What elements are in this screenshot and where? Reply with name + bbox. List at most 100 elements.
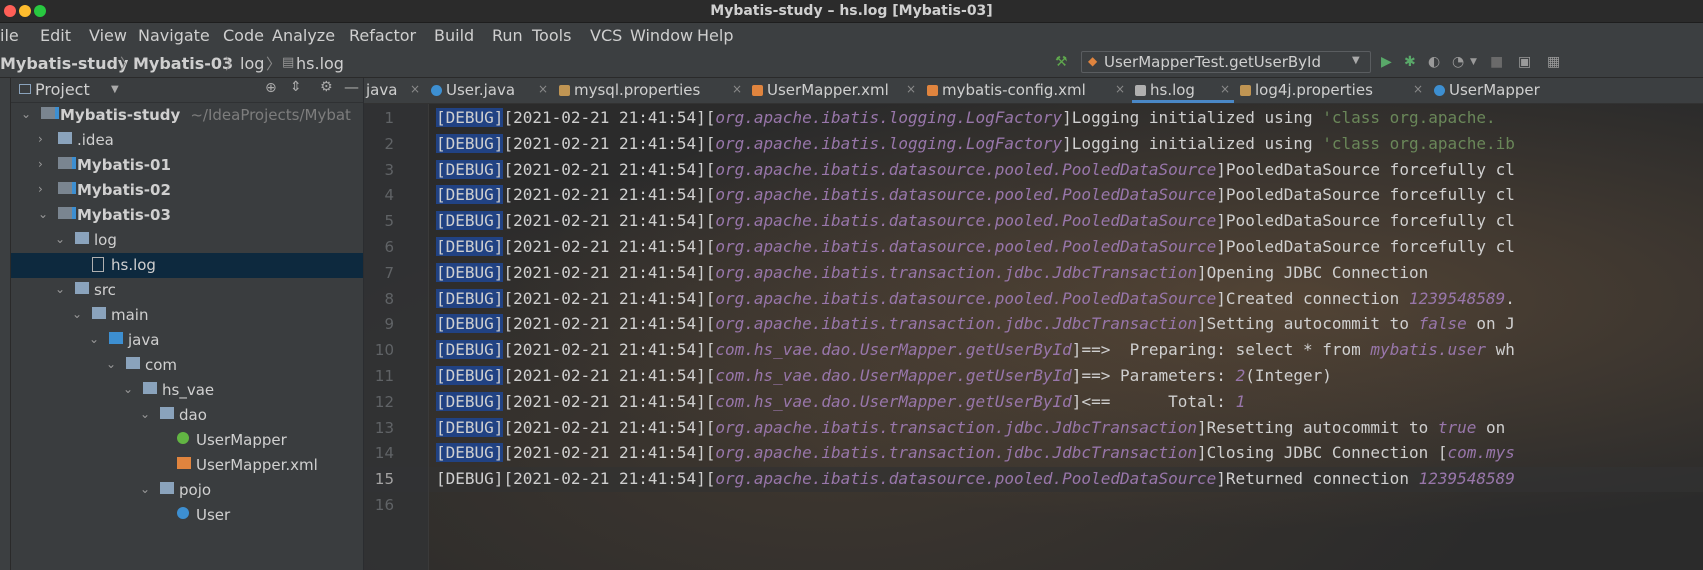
tree-item[interactable]: ⌄ pojo — [11, 478, 363, 503]
tree-item[interactable]: UserMapper.xml — [11, 453, 363, 478]
locate-file-icon[interactable]: ⊕ — [265, 80, 277, 96]
log-message: mybatis.user — [1370, 340, 1487, 360]
close-icon[interactable]: × — [1220, 82, 1230, 96]
close-icon[interactable]: × — [906, 82, 916, 96]
log-line[interactable]: [DEBUG][2021-02-21 21:41:54][org.apache.… — [436, 159, 1515, 185]
log-line[interactable]: [DEBUG][2021-02-21 21:41:54][com.hs_vae.… — [436, 391, 1245, 417]
profile-icon[interactable]: ◔ — [1452, 54, 1464, 70]
chevron-down-icon[interactable]: ⌄ — [55, 282, 65, 296]
chevron-down-icon[interactable]: ▼ — [111, 84, 119, 95]
log-message: PooledDataSource forcefully cl — [1225, 185, 1515, 205]
breadcrumb-project[interactable]: Mybatis-study — [0, 54, 128, 73]
log-line[interactable]: [DEBUG][2021-02-21 21:41:54][org.apache.… — [436, 237, 1515, 262]
tree-item[interactable]: UserMapper — [11, 428, 363, 453]
tree-item[interactable]: hs.log — [11, 253, 363, 278]
tree-item[interactable]: › Mybatis-02 — [11, 178, 363, 203]
log-line[interactable]: [DEBUG][2021-02-21 21:41:54][org.apache.… — [436, 211, 1515, 236]
menu-view[interactable]: View — [89, 26, 127, 45]
tree-item[interactable]: ⌄ hs_vae — [11, 378, 363, 403]
tree-item[interactable]: ⌄ log — [11, 228, 363, 253]
menu-help[interactable]: Help — [697, 26, 733, 45]
breadcrumb-folder[interactable]: log — [240, 54, 264, 73]
menu-refactor[interactable]: Refactor — [349, 26, 416, 45]
editor-tab[interactable]: mybatis-config.xml × — [924, 78, 1129, 103]
layout-icon[interactable]: ▦ — [1547, 54, 1560, 70]
breadcrumb-module[interactable]: Mybatis-03 — [133, 54, 233, 73]
log-timestamp: [2021-02-21 21:41:54] — [503, 211, 706, 231]
editor-tab[interactable]: mysql.properties × — [556, 78, 746, 103]
log-line[interactable]: [DEBUG][2021-02-21 21:41:54][org.apache.… — [436, 417, 1515, 443]
menu-code[interactable]: Code — [223, 26, 264, 45]
menu-file[interactable]: ile — [0, 26, 19, 45]
menu-build[interactable]: Build — [434, 26, 474, 45]
tree-item[interactable]: ⌄ com — [11, 353, 363, 378]
chevron-down-icon[interactable]: ⌄ — [72, 307, 82, 321]
chevron-right-icon[interactable]: › — [38, 132, 43, 146]
tree-item[interactable]: ⌄ src — [11, 278, 363, 303]
build-hammer-icon[interactable]: ⚒ — [1055, 54, 1068, 70]
menu-vcs[interactable]: VCS — [590, 26, 622, 45]
project-structure-icon[interactable]: ▣ — [1518, 54, 1531, 70]
log-line[interactable]: [DEBUG][2021-02-21 21:41:54][org.apache.… — [436, 288, 1515, 314]
tree-item[interactable]: ⌄ java — [11, 328, 363, 353]
log-message: 'class org.apache. — [1322, 108, 1496, 127]
chevron-down-icon[interactable]: ⌄ — [140, 482, 150, 496]
menu-edit[interactable]: Edit — [40, 26, 71, 45]
editor-tab[interactable]: java × — [364, 78, 424, 103]
tree-item[interactable]: ⌄ Mybatis-03 — [11, 203, 363, 228]
package-icon — [143, 382, 157, 394]
close-icon[interactable]: × — [538, 82, 548, 96]
close-icon[interactable]: × — [410, 82, 420, 96]
log-line[interactable]: [DEBUG][2021-02-21 21:41:54][org.apache.… — [436, 262, 1428, 288]
log-line[interactable]: [DEBUG][2021-02-21 21:41:54][org.apache.… — [436, 443, 1515, 468]
chevron-down-icon[interactable]: ⌄ — [140, 407, 150, 421]
menu-window[interactable]: Window — [630, 26, 693, 45]
menu-run[interactable]: Run — [492, 26, 523, 45]
stop-icon[interactable]: ■ — [1490, 54, 1503, 70]
editor-tab[interactable]: log4j.properties × — [1237, 78, 1427, 103]
chevron-down-icon[interactable]: ⌄ — [38, 207, 48, 221]
tree-item[interactable]: ⌄ main — [11, 303, 363, 328]
chevron-right-icon[interactable]: › — [38, 182, 43, 196]
chevron-down-icon[interactable]: ⌄ — [55, 232, 65, 246]
log-line[interactable]: [DEBUG][2021-02-21 21:41:54][com.hs_vae.… — [436, 340, 1515, 365]
menu-navigate[interactable]: Navigate — [138, 26, 210, 45]
debug-icon[interactable]: ✱ — [1404, 54, 1416, 70]
tree-item[interactable]: ⌄ dao — [11, 403, 363, 428]
breadcrumb-file[interactable]: hs.log — [296, 54, 344, 73]
close-icon[interactable]: × — [1115, 82, 1125, 96]
chevron-down-icon[interactable]: ⌄ — [106, 357, 116, 371]
log-line[interactable]: [DEBUG][2021-02-21 21:41:54][org.apache.… — [436, 185, 1515, 210]
close-icon[interactable]: × — [1413, 82, 1423, 96]
project-view-title[interactable]: Project — [35, 80, 90, 99]
editor-tab[interactable]: hs.log × — [1132, 78, 1234, 103]
menu-tools[interactable]: Tools — [532, 26, 571, 45]
run-icon[interactable]: ▶ — [1381, 54, 1392, 70]
editor-tab[interactable]: User.java × — [428, 78, 552, 103]
editor-tab[interactable]: UserMapper.xml × — [749, 78, 920, 103]
log-line[interactable]: [DEBUG][2021-02-21 21:41:54][org.apache.… — [436, 108, 1496, 133]
tree-item[interactable]: › .idea — [11, 128, 363, 153]
log-line[interactable]: [DEBUG][2021-02-21 21:41:54][com.hs_vae.… — [436, 366, 1332, 391]
chevron-down-icon[interactable]: ⌄ — [123, 382, 133, 396]
chevron-down-icon[interactable]: ⌄ — [21, 107, 31, 121]
collapse-all-icon[interactable]: ⇕ — [290, 79, 302, 95]
tree-item[interactable]: › Mybatis-01 — [11, 153, 363, 178]
log-line[interactable]: [DEBUG][2021-02-21 21:41:54][org.apache.… — [436, 469, 1515, 494]
coverage-icon[interactable]: ◐ — [1428, 54, 1440, 70]
menu-analyze[interactable]: Analyze — [272, 26, 335, 45]
editor-tab[interactable]: UserMapper — [1431, 78, 1601, 103]
tree-item[interactable]: ⌄ Mybatis-study ~/IdeaProjects/Mybat — [11, 103, 363, 128]
chevron-right-icon[interactable]: › — [38, 157, 43, 171]
close-icon[interactable]: × — [732, 82, 742, 96]
run-configuration-select[interactable]: ◆ UserMapperTest.getUserById ▼ — [1081, 51, 1371, 73]
gear-icon[interactable]: ⚙ — [320, 79, 333, 95]
left-tool-window-strip[interactable] — [0, 78, 11, 570]
tree-item[interactable]: User — [11, 503, 363, 528]
hide-panel-icon[interactable]: — — [344, 78, 359, 96]
log-line[interactable]: [DEBUG][2021-02-21 21:41:54][org.apache.… — [436, 314, 1515, 339]
class-icon — [1434, 85, 1445, 96]
log-line[interactable]: [DEBUG][2021-02-21 21:41:54][org.apache.… — [436, 133, 1515, 159]
chevron-down-icon[interactable]: ▼ — [1470, 57, 1477, 67]
chevron-down-icon[interactable]: ⌄ — [89, 332, 99, 346]
